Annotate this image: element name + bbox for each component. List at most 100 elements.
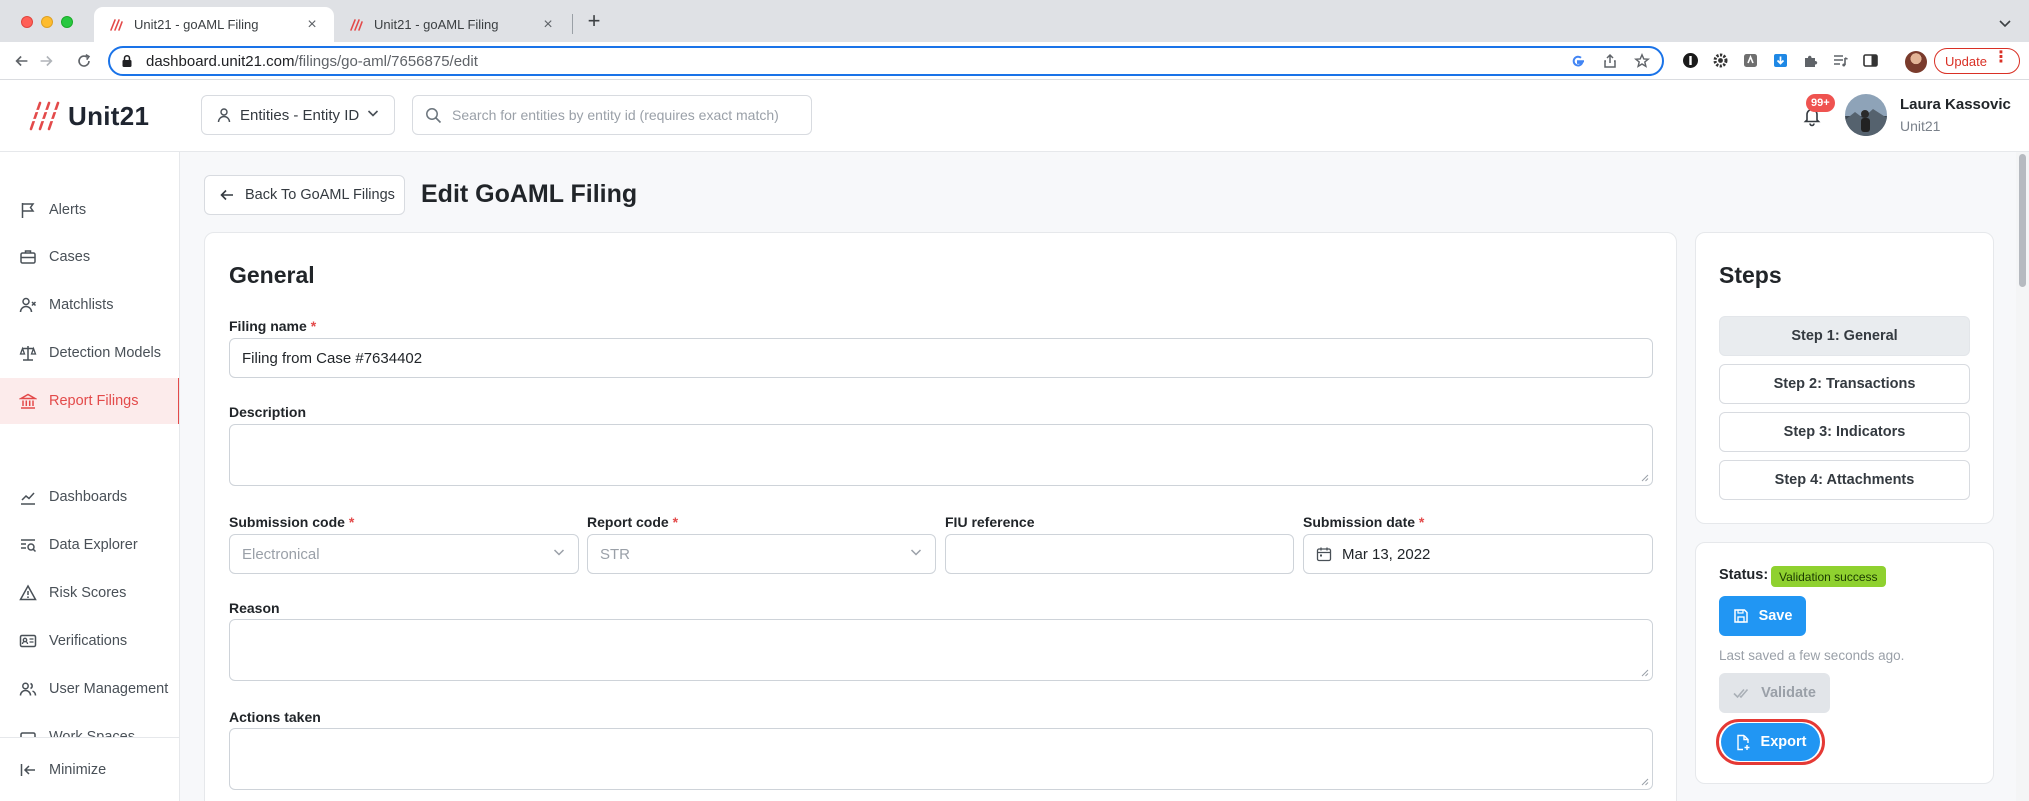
entity-search-input[interactable] bbox=[452, 107, 799, 123]
window-close-button[interactable] bbox=[21, 16, 33, 28]
tab-title: Unit21 - goAML Filing bbox=[374, 17, 499, 32]
app-header: Unit21 Entities - Entity ID 99+ Laura Ka… bbox=[0, 80, 2029, 152]
briefcase-icon bbox=[19, 248, 37, 266]
back-button-label: Back To GoAML Filings bbox=[245, 187, 395, 203]
share-icon[interactable] bbox=[1602, 53, 1618, 69]
reload-icon[interactable] bbox=[74, 51, 94, 71]
back-to-filings-button[interactable]: Back To GoAML Filings bbox=[204, 175, 405, 215]
submission-date-value: Mar 13, 2022 bbox=[1342, 545, 1431, 563]
vault-extension-icon[interactable] bbox=[1742, 52, 1759, 69]
arrow-left-icon bbox=[219, 187, 235, 203]
submission-date-label-text: Submission date bbox=[1303, 514, 1416, 530]
required-asterisk: * bbox=[310, 318, 317, 334]
browser-profile-avatar[interactable] bbox=[1905, 51, 1927, 73]
unit21-logo[interactable]: Unit21 bbox=[28, 99, 149, 133]
sidebar-item-user-management[interactable]: User Management bbox=[0, 666, 179, 712]
report-code-label-text: Report code bbox=[587, 514, 669, 530]
reason-textarea[interactable] bbox=[229, 619, 1653, 681]
flag-icon bbox=[19, 201, 37, 219]
resize-grip-icon[interactable] bbox=[1640, 777, 1649, 786]
bookmark-star-icon[interactable] bbox=[1634, 53, 1650, 69]
google-icon[interactable] bbox=[1570, 53, 1586, 69]
page-scrollbar-thumb[interactable] bbox=[2019, 154, 2026, 287]
general-section-title: General bbox=[229, 262, 315, 288]
steps-title: Steps bbox=[1719, 262, 1782, 288]
sidebar-minimize-button[interactable]: Minimize bbox=[0, 747, 179, 793]
general-form-card bbox=[204, 232, 1677, 801]
browser-update-button[interactable]: Update ⋮ bbox=[1934, 48, 2020, 74]
side-panel-icon[interactable] bbox=[1862, 52, 1879, 69]
warning-icon bbox=[19, 584, 37, 602]
submission-code-select[interactable]: Electronical bbox=[229, 534, 579, 574]
window-minimize-button[interactable] bbox=[41, 16, 53, 28]
fiu-reference-input[interactable] bbox=[945, 534, 1294, 574]
sidebar: Alerts Cases Matchlists Detection Models… bbox=[0, 152, 180, 801]
step-2-transactions-button[interactable]: Step 2: Transactions bbox=[1719, 364, 1970, 404]
search-icon bbox=[425, 107, 442, 124]
url-text: dashboard.unit21.com/filings/go-aml/7656… bbox=[146, 53, 478, 70]
user-name: Laura Kassovic bbox=[1900, 96, 2011, 113]
media-playlist-icon[interactable] bbox=[1832, 52, 1849, 69]
back-arrow-icon[interactable] bbox=[12, 51, 32, 71]
step-4-attachments-button[interactable]: Step 4: Attachments bbox=[1719, 460, 1970, 500]
extensions-puzzle-icon[interactable] bbox=[1802, 52, 1819, 69]
kebab-menu-icon: ⋮ bbox=[1992, 49, 2009, 66]
chevron-down-icon bbox=[552, 545, 566, 563]
address-bar[interactable]: dashboard.unit21.com/filings/go-aml/7656… bbox=[108, 46, 1664, 76]
password-manager-extension-icon[interactable] bbox=[1682, 52, 1699, 69]
window-maximize-button[interactable] bbox=[61, 16, 73, 28]
entity-type-select[interactable]: Entities - Entity ID bbox=[201, 95, 395, 135]
user-avatar[interactable] bbox=[1845, 94, 1887, 136]
resize-grip-icon[interactable] bbox=[1640, 668, 1649, 677]
browser-tab-inactive[interactable]: Unit21 - goAML Filing × bbox=[334, 7, 570, 42]
filing-name-label-text: Filing name bbox=[229, 318, 307, 334]
sidebar-footer: Minimize bbox=[0, 737, 179, 801]
submission-code-label: Submission code * bbox=[229, 514, 354, 530]
tab-close-icon[interactable]: × bbox=[540, 16, 556, 33]
users-icon bbox=[19, 680, 37, 698]
step-1-general-button[interactable]: Step 1: General bbox=[1719, 316, 1970, 356]
description-textarea[interactable] bbox=[229, 424, 1653, 486]
sidebar-item-matchlists[interactable]: Matchlists bbox=[0, 282, 179, 328]
sidebar-item-report-filings[interactable]: Report Filings bbox=[0, 378, 179, 424]
sidebar-item-data-explorer[interactable]: Data Explorer bbox=[0, 522, 179, 568]
person-icon bbox=[216, 107, 232, 123]
filing-name-input[interactable] bbox=[229, 338, 1653, 378]
actions-taken-textarea[interactable] bbox=[229, 728, 1653, 790]
last-saved-text: Last saved a few seconds ago. bbox=[1719, 648, 1905, 663]
sidebar-item-detection-models[interactable]: Detection Models bbox=[0, 330, 179, 376]
unit21-favicon-icon bbox=[108, 17, 124, 33]
page-title: Edit GoAML Filing bbox=[421, 180, 638, 208]
save-button-label: Save bbox=[1758, 608, 1793, 624]
sidebar-item-label: Report Filings bbox=[49, 393, 139, 409]
step-3-indicators-button[interactable]: Step 3: Indicators bbox=[1719, 412, 1970, 452]
reason-label: Reason bbox=[229, 600, 280, 616]
scale-icon bbox=[19, 344, 37, 362]
forward-arrow-icon[interactable] bbox=[36, 51, 56, 71]
new-tab-button[interactable]: + bbox=[583, 10, 605, 33]
entity-select-value: Entities - Entity ID bbox=[240, 106, 360, 124]
submission-date-picker[interactable]: Mar 13, 2022 bbox=[1303, 534, 1653, 574]
sidebar-item-label: Data Explorer bbox=[49, 537, 138, 553]
tab-title: Unit21 - goAML Filing bbox=[134, 17, 259, 32]
resize-grip-icon[interactable] bbox=[1640, 473, 1649, 482]
entity-search-box[interactable] bbox=[412, 95, 812, 135]
save-button[interactable]: Save bbox=[1719, 596, 1806, 636]
sidebar-item-verifications[interactable]: Verifications bbox=[0, 618, 179, 664]
sidebar-item-label: Dashboards bbox=[49, 489, 128, 505]
settings-gear-extension-icon[interactable] bbox=[1712, 52, 1729, 69]
sidebar-item-alerts[interactable]: Alerts bbox=[0, 187, 179, 233]
sidebar-item-cases[interactable]: Cases bbox=[0, 234, 179, 280]
tab-close-icon[interactable]: × bbox=[304, 16, 320, 33]
validate-button[interactable]: Validate bbox=[1719, 673, 1830, 713]
sidebar-item-dashboards[interactable]: Dashboards bbox=[0, 474, 179, 520]
validate-button-label: Validate bbox=[1761, 685, 1816, 701]
browser-tab-active[interactable]: Unit21 - goAML Filing × bbox=[94, 7, 334, 42]
export-button[interactable]: Export bbox=[1721, 723, 1820, 761]
tab-search-chevron-icon[interactable] bbox=[1997, 15, 2013, 31]
submission-code-value: Electronical bbox=[242, 545, 320, 563]
download-extension-icon[interactable] bbox=[1772, 52, 1789, 69]
report-code-select[interactable]: STR bbox=[587, 534, 936, 574]
double-check-icon bbox=[1733, 686, 1751, 700]
sidebar-item-risk-scores[interactable]: Risk Scores bbox=[0, 570, 179, 616]
